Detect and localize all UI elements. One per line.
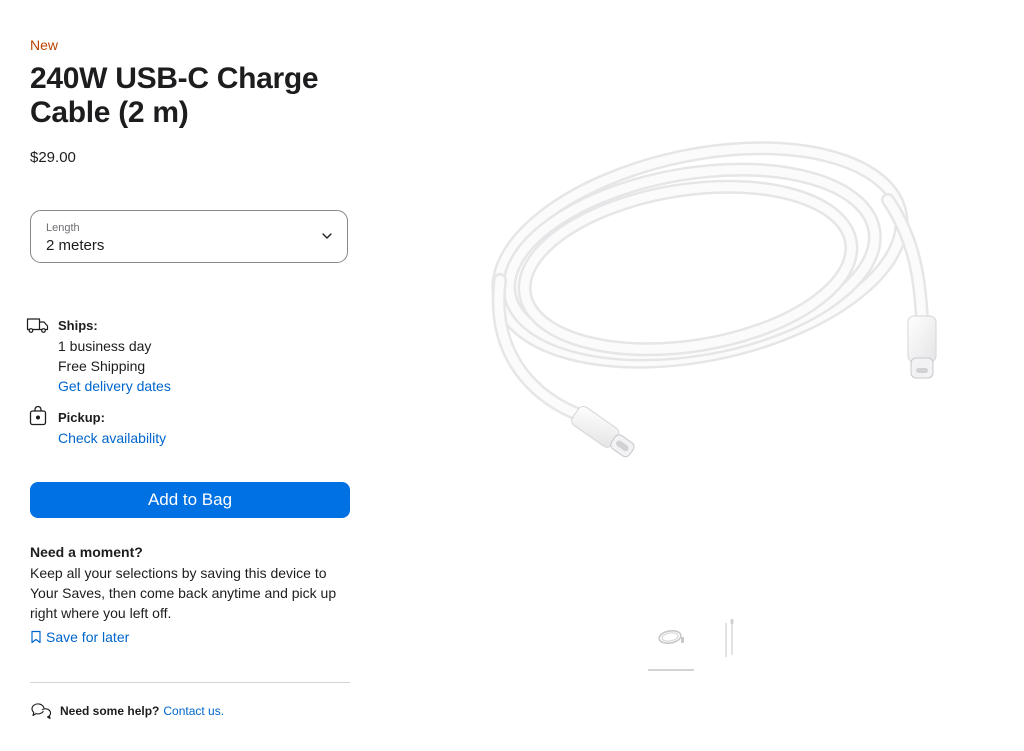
thumbnail-straight-cable[interactable]	[714, 617, 760, 669]
contact-us-link[interactable]: Contact us.	[163, 704, 224, 718]
active-thumbnail-indicator	[648, 669, 694, 671]
product-title: 240W USB-C Charge Cable (2 m)	[30, 62, 319, 129]
product-price: $29.00	[30, 149, 76, 166]
length-select[interactable]: Length 2 meters	[30, 210, 348, 263]
coiled-cable-thumbnail-icon	[658, 629, 684, 645]
bookmark-icon	[31, 630, 41, 644]
add-to-bag-button[interactable]: Add to Bag	[30, 482, 350, 518]
check-availability-link[interactable]: Check availability	[58, 428, 166, 448]
ships-cost: Free Shipping	[58, 358, 146, 374]
moment-title: Need a moment?	[30, 544, 143, 560]
pickup-info: Pickup: Check availability	[58, 408, 166, 448]
chat-bubbles-icon	[31, 703, 52, 720]
help-row: Need some help? Contact us.	[30, 702, 224, 720]
help-text: Need some help?	[60, 704, 160, 718]
divider	[30, 682, 350, 683]
image-thumbnails	[648, 617, 758, 677]
save-for-later-section: Need a moment? Keep all your selections …	[30, 543, 340, 623]
shopping-bag-icon	[29, 406, 47, 426]
ships-time: 1 business day	[58, 338, 152, 354]
usb-c-cable-image	[491, 141, 937, 458]
shipping-info: Ships: 1 business day Free Shipping Get …	[58, 316, 171, 396]
length-select-label: Length	[46, 222, 80, 234]
moment-text: Keep all your selections by saving this …	[30, 565, 337, 621]
straight-cable-thumbnail-icon	[725, 619, 734, 657]
thumbnail-coiled-cable[interactable]	[648, 617, 694, 671]
truck-icon	[26, 318, 49, 333]
save-for-later-label: Save for later	[46, 629, 130, 645]
save-for-later-link[interactable]: Save for later	[30, 629, 129, 645]
ships-heading: Ships:	[58, 318, 98, 333]
chevron-down-icon	[322, 233, 332, 239]
new-badge: New	[30, 37, 59, 53]
length-select-value: 2 meters	[46, 237, 105, 254]
get-delivery-dates-link[interactable]: Get delivery dates	[58, 376, 171, 396]
pickup-heading: Pickup:	[58, 410, 105, 425]
